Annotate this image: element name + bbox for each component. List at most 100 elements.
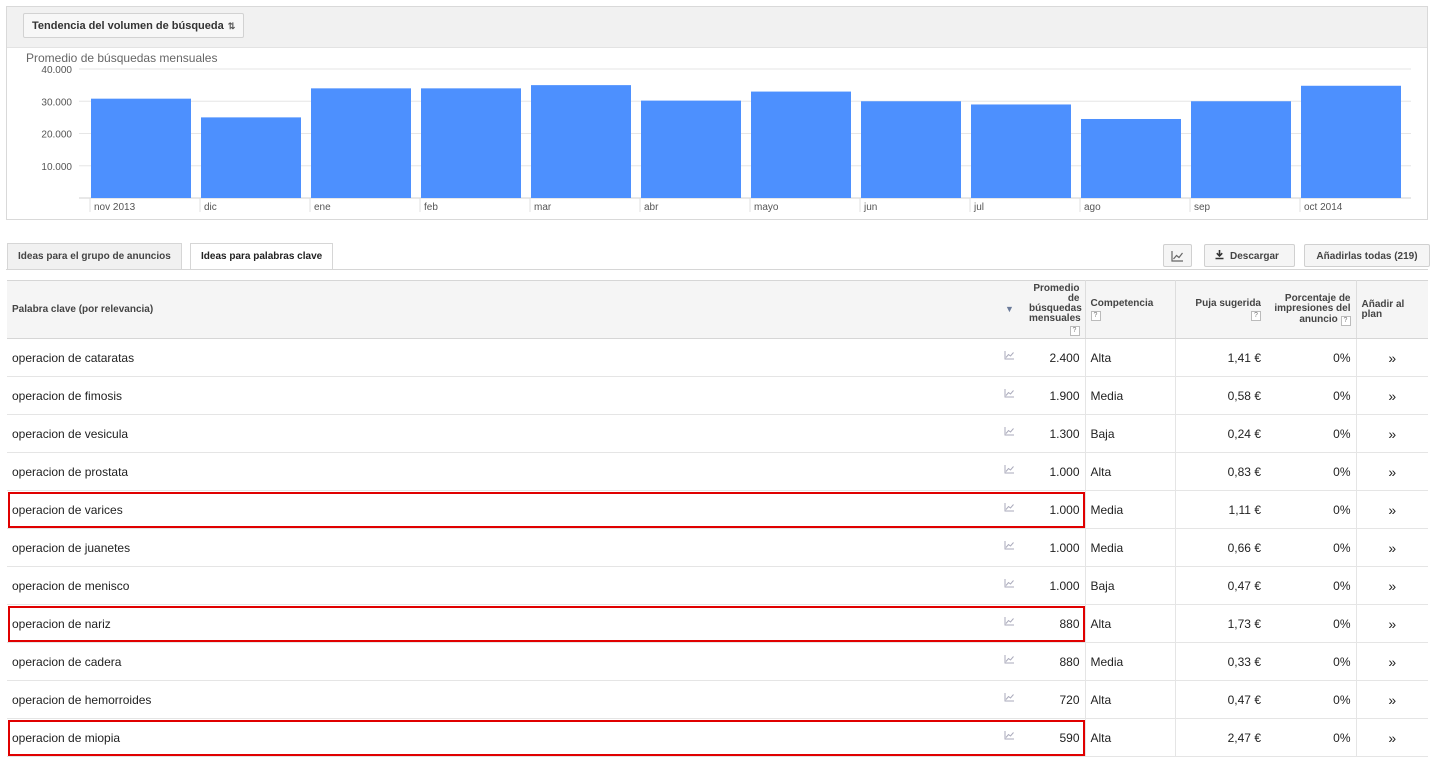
table-row: operacion de nariz 880 Alta 1,73 €0% »: [7, 604, 1428, 643]
keyword-cell[interactable]: operacion de vesicula: [7, 414, 995, 453]
suggested-bid-cell: 1,11 €: [1175, 490, 1266, 529]
mini-chart-icon[interactable]: [995, 490, 1024, 529]
add-to-plan-button[interactable]: »: [1356, 566, 1428, 605]
keyword-cell[interactable]: operacion de menisco: [7, 566, 995, 605]
tab-ad-group-ideas[interactable]: Ideas para el grupo de anuncios: [7, 243, 182, 269]
mini-chart-icon[interactable]: [995, 338, 1024, 377]
mini-chart-icon[interactable]: [995, 718, 1024, 757]
avg-header-line2: búsquedas: [1029, 302, 1082, 314]
mini-chart-icon[interactable]: [995, 566, 1024, 605]
y-tick-label: 10.000: [41, 162, 72, 173]
table-row: operacion de cadera 880 Media 0,33 €0% »: [7, 642, 1428, 681]
competition-cell: Media: [1085, 490, 1176, 529]
avg-searches-cell: 1.000: [1024, 452, 1086, 491]
avg-searches-column-header[interactable]: Promedio de búsquedas mensuales ?: [1024, 280, 1086, 339]
chart-bar[interactable]: [311, 88, 411, 198]
suggested-bid-column-header[interactable]: Puja sugerida ?: [1175, 280, 1266, 339]
help-icon[interactable]: ?: [1069, 325, 1080, 336]
help-icon[interactable]: ?: [1340, 315, 1351, 326]
keyword-cell[interactable]: operacion de miopia: [7, 718, 995, 757]
add-to-plan-button[interactable]: »: [1356, 718, 1428, 757]
keyword-cell[interactable]: operacion de cataratas: [7, 338, 995, 377]
impression-share-cell: 0%: [1266, 604, 1357, 643]
avg-searches-cell: 1.300: [1024, 414, 1086, 453]
line-chart-icon: [1171, 250, 1183, 262]
keyword-cell[interactable]: operacion de prostata: [7, 452, 995, 491]
chart-bar[interactable]: [531, 85, 631, 198]
add-to-plan-button[interactable]: »: [1356, 338, 1428, 377]
table-row: operacion de fimosis 1.900 Media 0,58 €0% »: [7, 376, 1428, 415]
impression-share-cell: 0%: [1266, 338, 1357, 377]
help-icon[interactable]: ?: [1090, 310, 1101, 321]
tab-keyword-ideas[interactable]: Ideas para palabras clave: [190, 243, 334, 270]
table-header-row: Palabra clave (por relevancia) ▼ Promedi…: [7, 280, 1428, 339]
competition-cell: Alta: [1085, 338, 1176, 377]
impr-header-line3: anuncio: [1299, 313, 1338, 325]
suggested-bid-cell: 1,73 €: [1175, 604, 1266, 643]
add-to-plan-button[interactable]: »: [1356, 414, 1428, 453]
mini-chart-icon[interactable]: [995, 414, 1024, 453]
add-all-button[interactable]: Añadirlas todas (219): [1304, 244, 1430, 267]
suggested-bid-cell: 1,41 €: [1175, 338, 1266, 377]
impr-header-line1: Porcentaje de: [1284, 292, 1351, 304]
keyword-table-body: operacion de cataratas 2.400 Alta 1,41 €0%»…: [7, 338, 1428, 757]
mini-chart-icon[interactable]: [995, 376, 1024, 415]
avg-searches-cell: 1.900: [1024, 376, 1086, 415]
impression-share-cell: 0%: [1266, 414, 1357, 453]
chart-bar[interactable]: [861, 101, 961, 198]
competition-cell: Alta: [1085, 718, 1176, 757]
add-to-plan-button[interactable]: »: [1356, 528, 1428, 567]
add-to-plan-button[interactable]: »: [1356, 680, 1428, 719]
show-chart-button[interactable]: [1163, 244, 1192, 267]
sort-column-header[interactable]: ▼: [995, 280, 1024, 339]
chart-bar[interactable]: [971, 104, 1071, 198]
add-to-plan-button[interactable]: »: [1356, 642, 1428, 681]
chart-bar[interactable]: [641, 100, 741, 198]
download-button[interactable]: Descargar: [1204, 244, 1295, 267]
chart-bar[interactable]: [91, 98, 191, 198]
impr-header-line2: impresiones del: [1274, 302, 1351, 314]
keyword-cell[interactable]: operacion de cadera: [7, 642, 995, 681]
competition-cell: Media: [1085, 376, 1176, 415]
chart-bar[interactable]: [201, 117, 301, 198]
chevron-right-double-icon: »: [1388, 501, 1397, 518]
keyword-column-header[interactable]: Palabra clave (por relevancia): [7, 280, 995, 339]
add-to-plan-button[interactable]: »: [1356, 604, 1428, 643]
table-row: operacion de menisco 1.000 Baja 0,47 €0% »: [7, 566, 1428, 605]
chart-bar[interactable]: [1191, 101, 1291, 198]
keyword-cell[interactable]: operacion de nariz: [7, 604, 995, 643]
mini-chart-icon[interactable]: [995, 680, 1024, 719]
table-row: operacion de varices 1.000 Media 1,11 €0% »: [7, 490, 1428, 529]
competition-header-label: Competencia: [1090, 297, 1154, 309]
suggested-bid-cell: 0,47 €: [1175, 566, 1266, 605]
impression-share-column-header[interactable]: Porcentaje de impresiones del anuncio ?: [1266, 280, 1357, 339]
avg-searches-cell: 880: [1024, 642, 1086, 681]
add-to-plan-button[interactable]: »: [1356, 452, 1428, 491]
chart-bar[interactable]: [751, 91, 851, 198]
mini-chart-icon[interactable]: [995, 604, 1024, 643]
competition-cell: Media: [1085, 528, 1176, 567]
add-to-plan-button[interactable]: »: [1356, 376, 1428, 415]
add-to-plan-button[interactable]: »: [1356, 490, 1428, 529]
keyword-cell[interactable]: operacion de fimosis: [7, 376, 995, 415]
keyword-cell[interactable]: operacion de varices: [7, 490, 995, 529]
competition-cell: Alta: [1085, 452, 1176, 491]
help-icon[interactable]: ?: [1251, 310, 1261, 321]
mini-chart-icon[interactable]: [995, 642, 1024, 681]
impression-share-cell: 0%: [1266, 680, 1357, 719]
chart-bar[interactable]: [1301, 85, 1401, 198]
download-label: Descargar: [1230, 251, 1279, 262]
avg-searches-cell: 1.000: [1024, 490, 1086, 529]
trend-chart-panel: Tendencia del volumen de búsqueda ⇅ Prome…: [6, 6, 1428, 220]
keyword-cell[interactable]: operacion de juanetes: [7, 528, 995, 567]
x-tick-label: ene: [314, 202, 331, 213]
competition-column-header[interactable]: Competencia ?: [1085, 280, 1176, 339]
chart-bar[interactable]: [421, 88, 521, 198]
mini-chart-icon[interactable]: [995, 528, 1024, 567]
keyword-cell[interactable]: operacion de hemorroides: [7, 680, 995, 719]
table-row: operacion de prostata 1.000 Alta 0,83 €0% »: [7, 452, 1428, 491]
chart-bar[interactable]: [1081, 118, 1181, 198]
suggested-bid-cell: 0,33 €: [1175, 642, 1266, 681]
chevron-right-double-icon: »: [1388, 729, 1397, 746]
mini-chart-icon[interactable]: [995, 452, 1024, 491]
